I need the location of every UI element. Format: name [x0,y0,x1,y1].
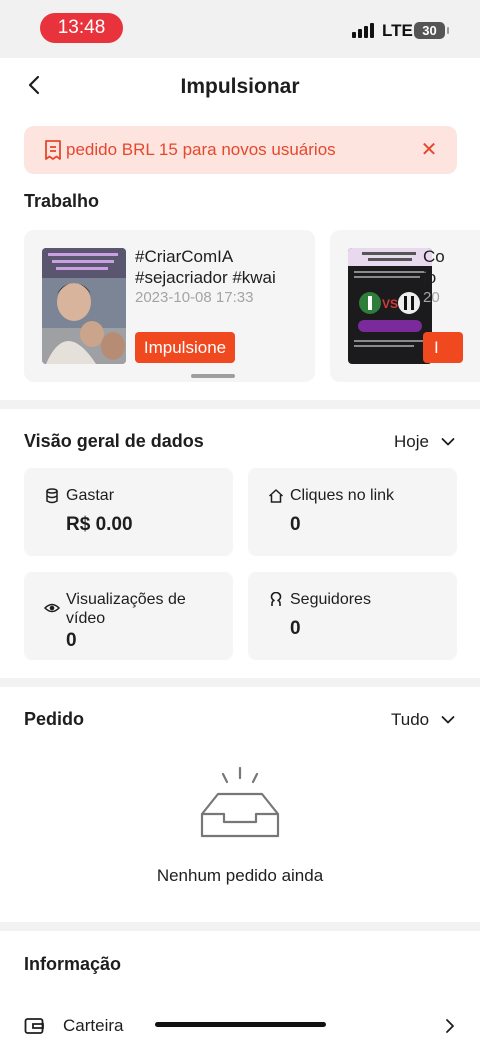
status-time: 13:48 [40,13,123,43]
cellular-signal-icon [352,22,376,38]
info-section-title: Informação [24,954,122,974]
empty-inbox-icon [200,766,280,838]
stat-value: 0 [66,630,77,651]
stat-label: Gastar [66,487,115,504]
wallet-icon [24,1018,44,1034]
orders-section-title: Pedido [24,709,85,729]
promo-banner-text: pedido BRL 15 para novos usuários [66,140,336,159]
promo-banner[interactable]: pedido BRL 15 para novos usuários ✕ [24,126,457,174]
section-divider [0,922,480,931]
stat-card-video-views: Visualizações de vídeo 0 [24,572,233,660]
chevron-down-icon[interactable] [441,715,455,725]
wallet-row-label[interactable]: Carteira [63,1016,123,1036]
boost-button[interactable]: I [423,332,463,363]
work-card[interactable]: #CriarComIA #sejacriador #kwai 2023-10-0… [24,230,315,382]
status-bar: 13:48 LTE 30 [0,0,480,58]
carousel-scroll-indicator [191,374,235,378]
stat-value: 0 [290,618,301,639]
work-date: 20 [423,289,440,306]
battery-icon: 30 [414,22,449,39]
overview-section-title: Visão geral de dados [24,431,204,451]
chevron-down-icon[interactable] [441,437,455,447]
home-icon [268,489,284,503]
stat-card-followers: Seguidores 0 [248,572,457,660]
work-caption: Co jo [423,246,445,288]
work-caption-line: jo [423,268,437,287]
work-caption: #CriarComIA #sejacriador #kwai [135,246,276,288]
chevron-right-icon[interactable] [444,1018,456,1034]
stat-card-link-clicks: Cliques no link 0 [248,468,457,556]
video-thumbnail[interactable]: VS [348,248,432,364]
works-carousel[interactable]: #CriarComIA #sejacriador #kwai 2023-10-0… [24,230,480,382]
work-caption-line: #CriarComIA [135,247,234,266]
stat-value: 0 [290,514,301,535]
coupon-icon [45,140,61,160]
boost-button[interactable]: Impulsione [135,332,235,363]
orders-filter-select[interactable]: Tudo [391,710,429,730]
database-icon [46,488,58,504]
close-icon[interactable]: ✕ [419,140,439,160]
page-title: Impulsionar [180,75,300,98]
works-section-title: Trabalho [24,191,100,211]
video-thumbnail[interactable] [42,248,126,364]
eye-icon [44,603,60,613]
overview-period-select[interactable]: Hoje [394,432,429,452]
stat-label: Seguidores [290,591,371,608]
person-icon [270,592,282,606]
header: Impulsionar [0,58,480,116]
boost-page: Impulsionar pedido BRL 15 para novos usu… [0,58,480,1038]
work-caption-line: Co [423,247,445,266]
svg-text:VS: VS [382,297,398,311]
section-divider [0,678,480,687]
work-date: 2023-10-08 17:33 [135,289,254,306]
stat-card-spend: Gastar R$ 0.00 [24,468,233,556]
empty-orders-text: Nenhum pedido ainda [156,866,324,885]
network-type: LTE [382,21,413,40]
section-divider [0,400,480,409]
stat-label: Cliques no link [290,487,395,504]
stat-label: Visualizações de vídeo [66,590,186,628]
stat-label-line: Visualizações de [66,591,186,608]
home-indicator[interactable] [155,1022,326,1027]
work-caption-line: #sejacriador #kwai [135,268,276,287]
stat-label-line: vídeo [66,610,106,627]
work-card[interactable]: VS Co jo 20 I [330,230,480,382]
stat-value: R$ 0.00 [66,514,133,535]
